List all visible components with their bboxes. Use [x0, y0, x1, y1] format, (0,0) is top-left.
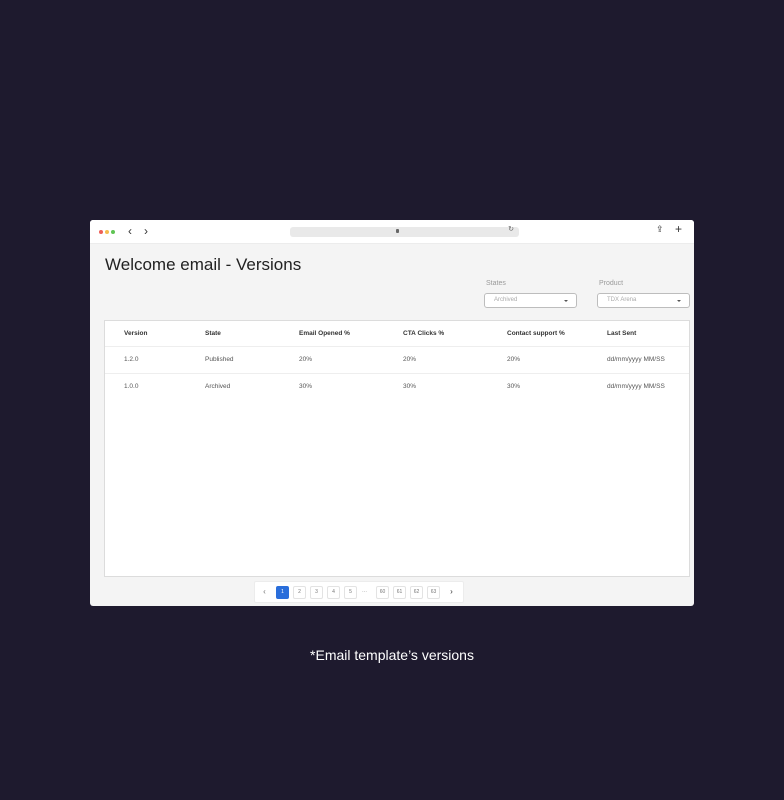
close-window-dot[interactable]: [99, 230, 103, 234]
address-bar[interactable]: ↻: [290, 225, 519, 237]
share-icon[interactable]: ⇪: [656, 224, 664, 235]
browser-toolbar: ‹ › ↻ ⇪ +: [90, 220, 694, 244]
product-filter-label: Product: [599, 280, 624, 287]
cta-clicks-cell: 30%: [403, 383, 417, 390]
last-sent-cell: dd/mm/yyyy MM/SS: [607, 383, 665, 390]
contact-support-cell: 30%: [507, 383, 521, 390]
email-opened-cell: 20%: [299, 356, 313, 363]
divider: [105, 346, 689, 347]
page-button-63[interactable]: 63: [427, 586, 440, 599]
contact-support-cell: 20%: [507, 356, 521, 363]
page-button-1[interactable]: 1: [276, 586, 289, 599]
chevron-right-icon[interactable]: ›: [144, 223, 148, 239]
page-button-61[interactable]: 61: [393, 586, 406, 599]
version-cell: 1.0.0: [124, 383, 139, 390]
minimize-window-dot[interactable]: [105, 230, 109, 234]
column-header-cta-clicks[interactable]: CTA Clicks %: [403, 330, 444, 337]
lock-icon: [396, 229, 399, 233]
column-header-email-opened[interactable]: Email Opened %: [299, 330, 350, 337]
plus-icon[interactable]: +: [675, 222, 682, 236]
column-header-version[interactable]: Version: [124, 330, 147, 337]
states-select-value: Archived: [494, 297, 518, 303]
state-cell: Archived: [205, 383, 231, 390]
email-opened-cell: 30%: [299, 383, 313, 390]
chevron-right-icon[interactable]: ›: [445, 586, 458, 599]
page-button-60[interactable]: 60: [376, 586, 389, 599]
page-title: Welcome email - Versions: [105, 255, 302, 274]
caret-down-icon: [564, 300, 568, 302]
chevron-left-icon[interactable]: ‹: [128, 223, 132, 239]
column-header-state[interactable]: State: [205, 330, 221, 337]
versions-table: Version State Email Opened % CTA Clicks …: [104, 320, 690, 577]
page-button-4[interactable]: 4: [327, 586, 340, 599]
pagination-ellipsis: ...: [362, 588, 368, 594]
product-select-value: TDX Arena: [607, 297, 637, 303]
product-select[interactable]: TDX Arena: [597, 293, 690, 308]
states-select[interactable]: Archived: [484, 293, 577, 308]
caption: *Email template’s versions: [310, 647, 474, 663]
version-cell: 1.2.0: [124, 356, 139, 363]
state-cell: Published: [205, 356, 234, 363]
cta-clicks-cell: 20%: [403, 356, 417, 363]
chevron-left-icon[interactable]: ‹: [258, 586, 271, 599]
divider: [105, 373, 689, 374]
page-button-3[interactable]: 3: [310, 586, 323, 599]
browser-window: ‹ › ↻ ⇪ + Welcome email - Versions State…: [90, 220, 694, 606]
states-filter-label: States: [486, 280, 506, 287]
caret-down-icon: [677, 300, 681, 302]
last-sent-cell: dd/mm/yyyy MM/SS: [607, 356, 665, 363]
maximize-window-dot[interactable]: [111, 230, 115, 234]
page-button-5[interactable]: 5: [344, 586, 357, 599]
column-header-contact-support[interactable]: Contact support %: [507, 330, 565, 337]
page-button-2[interactable]: 2: [293, 586, 306, 599]
pagination: ‹ 1 2 3 4 5 ... 60 61 62 63 ›: [254, 581, 464, 603]
column-header-last-sent[interactable]: Last Sent: [607, 330, 636, 337]
reload-icon[interactable]: ↻: [508, 225, 514, 233]
page-button-62[interactable]: 62: [410, 586, 423, 599]
